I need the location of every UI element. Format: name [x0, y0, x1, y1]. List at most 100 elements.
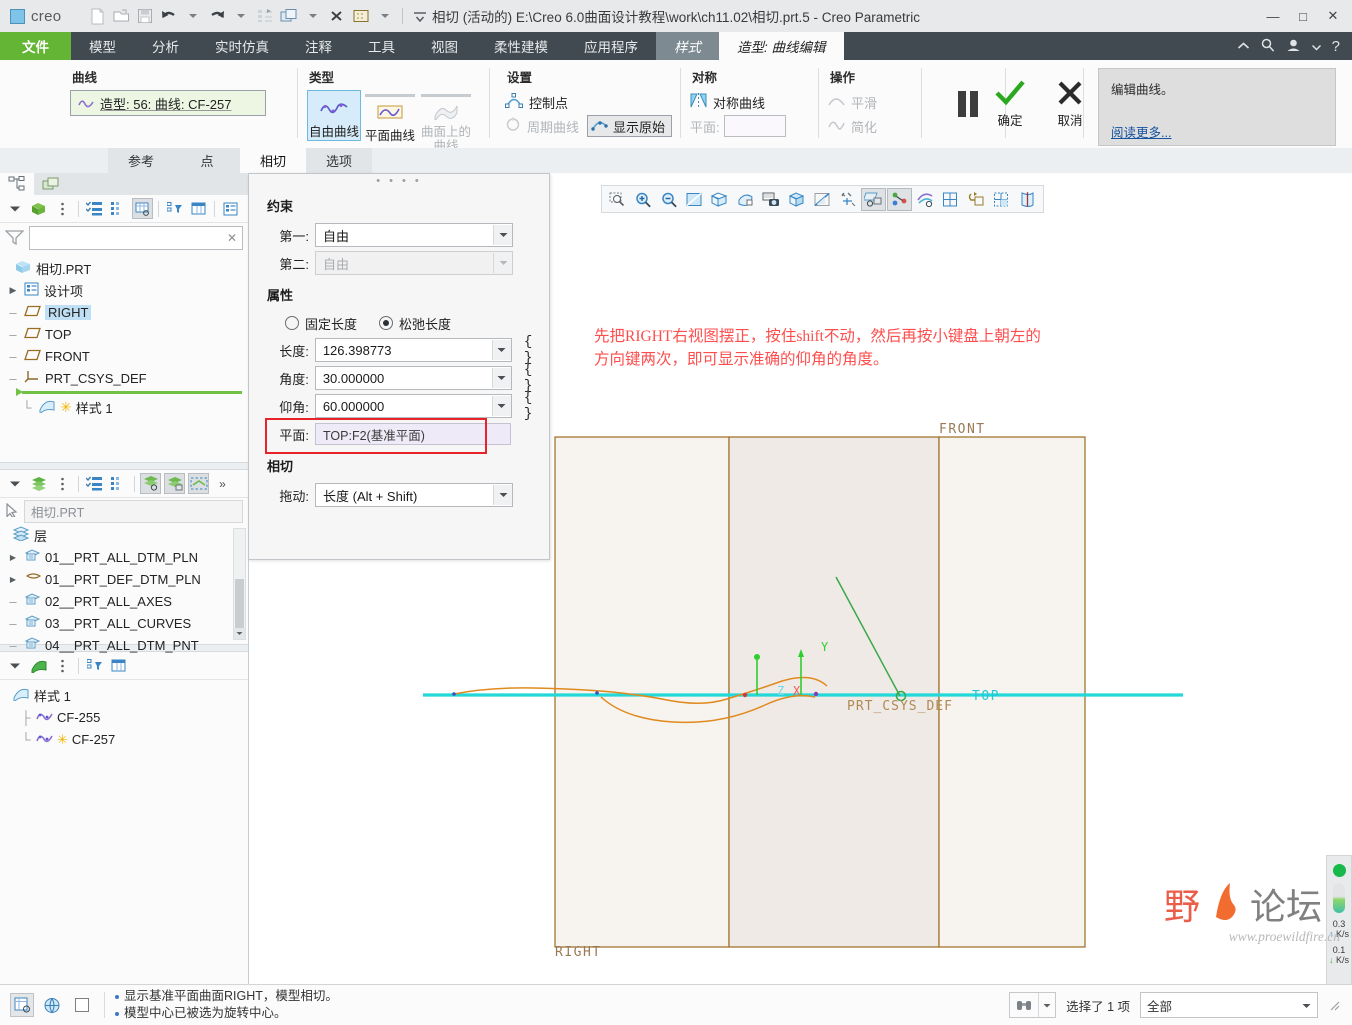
- appearance-dropdown-icon[interactable]: [374, 5, 396, 27]
- selection-filter-icon[interactable]: [10, 993, 34, 1017]
- layer-item-1[interactable]: ▶ 01__PRT_DEF_DTM_PLN: [6, 568, 248, 590]
- redo-dropdown-icon[interactable]: [230, 5, 252, 27]
- constraint-first-select[interactable]: 自由: [315, 223, 513, 247]
- layer-columns-icon[interactable]: [108, 473, 129, 494]
- style-menu-icon[interactable]: [52, 655, 73, 676]
- help-read-more-link[interactable]: 阅读更多...: [1111, 122, 1171, 141]
- binoculars-icon[interactable]: [1010, 998, 1038, 1012]
- selection-filter-dropdown[interactable]: 全部: [1140, 992, 1318, 1018]
- tab-analysis[interactable]: 分析: [134, 32, 197, 60]
- resize-grip-icon[interactable]: [1328, 999, 1340, 1011]
- redo-icon[interactable]: [206, 5, 228, 27]
- radio-fixed-length[interactable]: 固定长度: [285, 314, 357, 333]
- model-display-icon[interactable]: [28, 198, 49, 219]
- chevron-down-icon[interactable]: [491, 368, 511, 388]
- tab-applications[interactable]: 应用程序: [566, 32, 656, 60]
- layer-scrollbar[interactable]: [233, 528, 246, 640]
- tab-flexible-modeling[interactable]: 柔性建模: [476, 32, 566, 60]
- tab-file[interactable]: 文件: [0, 32, 71, 60]
- style-collapse-icon[interactable]: [4, 655, 25, 676]
- account-dropdown-icon[interactable]: [1311, 39, 1321, 54]
- dashboard-tab-points[interactable]: 点: [174, 148, 240, 173]
- expand-arrow-icon[interactable]: ▶: [6, 553, 20, 562]
- show-list-icon[interactable]: [84, 473, 105, 494]
- tree-menu-icon[interactable]: [52, 198, 73, 219]
- tab-style[interactable]: 样式: [656, 32, 719, 60]
- collapse-ribbon-icon[interactable]: [1237, 39, 1250, 54]
- chevron-down-icon[interactable]: [491, 396, 511, 416]
- pause-button[interactable]: [958, 91, 978, 117]
- new-file-icon[interactable]: [86, 5, 108, 27]
- cancel-button[interactable]: 取消: [1049, 79, 1091, 129]
- layer-more-icon[interactable]: »: [212, 473, 233, 494]
- tab-model[interactable]: 模型: [71, 32, 134, 60]
- open-folder-icon[interactable]: [110, 5, 132, 27]
- tree-item-top[interactable]: – TOP: [6, 323, 248, 345]
- expand-arrow-icon[interactable]: ▶: [6, 285, 20, 296]
- button-planar-curve[interactable]: 平面曲线: [363, 90, 417, 144]
- tree-item-style1[interactable]: └ ✳ 样式 1: [6, 396, 248, 418]
- tree-item-design-items[interactable]: ▶ 设计项: [6, 279, 248, 301]
- close-window-icon[interactable]: [326, 5, 348, 27]
- elevation-input[interactable]: 60.000000: [314, 394, 512, 418]
- tree-settings-icon[interactable]: [132, 198, 153, 219]
- tree-collapse-icon[interactable]: [4, 198, 25, 219]
- tab-style-curve-edit[interactable]: 造型: 曲线编辑: [719, 32, 844, 60]
- ok-button[interactable]: 确定: [989, 79, 1031, 129]
- model-tree-tab[interactable]: [0, 173, 34, 195]
- drag-select[interactable]: 长度 (Alt + Shift): [315, 483, 513, 507]
- window-switch-icon[interactable]: [278, 5, 300, 27]
- curve-selection-field[interactable]: 造型: 56: 曲线: CF-257: [70, 90, 266, 116]
- tree-column-config-icon[interactable]: [188, 198, 209, 219]
- tab-tools[interactable]: 工具: [350, 32, 413, 60]
- tab-annotation[interactable]: 注释: [287, 32, 350, 60]
- chevron-down-icon[interactable]: [493, 225, 512, 245]
- blank-icon[interactable]: [70, 993, 94, 1017]
- show-list-icon[interactable]: [84, 198, 105, 219]
- save-icon[interactable]: [134, 5, 156, 27]
- layer-tree-tab[interactable]: [34, 173, 68, 195]
- help-icon[interactable]: ?: [1332, 38, 1340, 55]
- window-dropdown-icon[interactable]: [302, 5, 324, 27]
- tree-columns-icon[interactable]: [108, 198, 129, 219]
- undo-icon[interactable]: [158, 5, 180, 27]
- tree-search-input[interactable]: ✕: [29, 226, 243, 250]
- globe-icon[interactable]: [40, 993, 64, 1017]
- chevron-down-icon[interactable]: [493, 485, 512, 505]
- plane-value-field[interactable]: TOP:F2(基准平面): [315, 423, 511, 445]
- account-icon[interactable]: [1286, 38, 1301, 55]
- tab-view[interactable]: 视图: [413, 32, 476, 60]
- tree-item-right[interactable]: – RIGHT: [6, 301, 248, 323]
- regenerate-icon[interactable]: [254, 5, 276, 27]
- layer-isolate-icon[interactable]: [164, 473, 185, 494]
- layer-scroll-down-icon[interactable]: [234, 628, 245, 639]
- button-symmetric-curve[interactable]: 对称曲线: [690, 90, 815, 114]
- cursor-arrow-icon[interactable]: [5, 502, 18, 520]
- minimize-button[interactable]: —: [1258, 1, 1288, 31]
- style-tree-root[interactable]: 样式 1: [6, 684, 248, 706]
- style-feature-icon[interactable]: [28, 655, 49, 676]
- tree-item-front[interactable]: – FRONT: [6, 345, 248, 367]
- layer-item-2[interactable]: – 02__PRT_ALL_AXES: [6, 590, 248, 612]
- dashboard-tab-tangency[interactable]: 相切: [240, 148, 306, 173]
- dashboard-tab-references[interactable]: 参考: [108, 148, 174, 173]
- undo-dropdown-icon[interactable]: [182, 5, 204, 27]
- layer-path-input[interactable]: 相切.PRT: [24, 499, 243, 523]
- layer-collapse-icon[interactable]: [4, 473, 25, 494]
- style-filter-icon[interactable]: [84, 655, 105, 676]
- style-detail-icon[interactable]: [108, 655, 129, 676]
- clear-search-icon[interactable]: ✕: [227, 231, 237, 245]
- angle-input[interactable]: 30.000000: [314, 366, 512, 390]
- style-tree-item-0[interactable]: ├ CF-255: [6, 706, 248, 728]
- tree-filter-icon[interactable]: [164, 198, 185, 219]
- layer-menu-icon[interactable]: [52, 473, 73, 494]
- chevron-down-icon[interactable]: [491, 340, 511, 360]
- chevron-down-icon[interactable]: [1302, 998, 1311, 1012]
- expand-arrow-icon[interactable]: ▶: [6, 575, 20, 584]
- find-tool[interactable]: [1009, 992, 1057, 1018]
- close-button[interactable]: ✕: [1318, 1, 1348, 31]
- find-dropdown-icon[interactable]: [1038, 993, 1055, 1017]
- layer-item-0[interactable]: ▶ 01__PRT_ALL_DTM_PLN: [6, 546, 248, 568]
- button-show-original[interactable]: 显示原始: [587, 115, 673, 137]
- dialog-drag-handle[interactable]: • • • •: [249, 174, 549, 188]
